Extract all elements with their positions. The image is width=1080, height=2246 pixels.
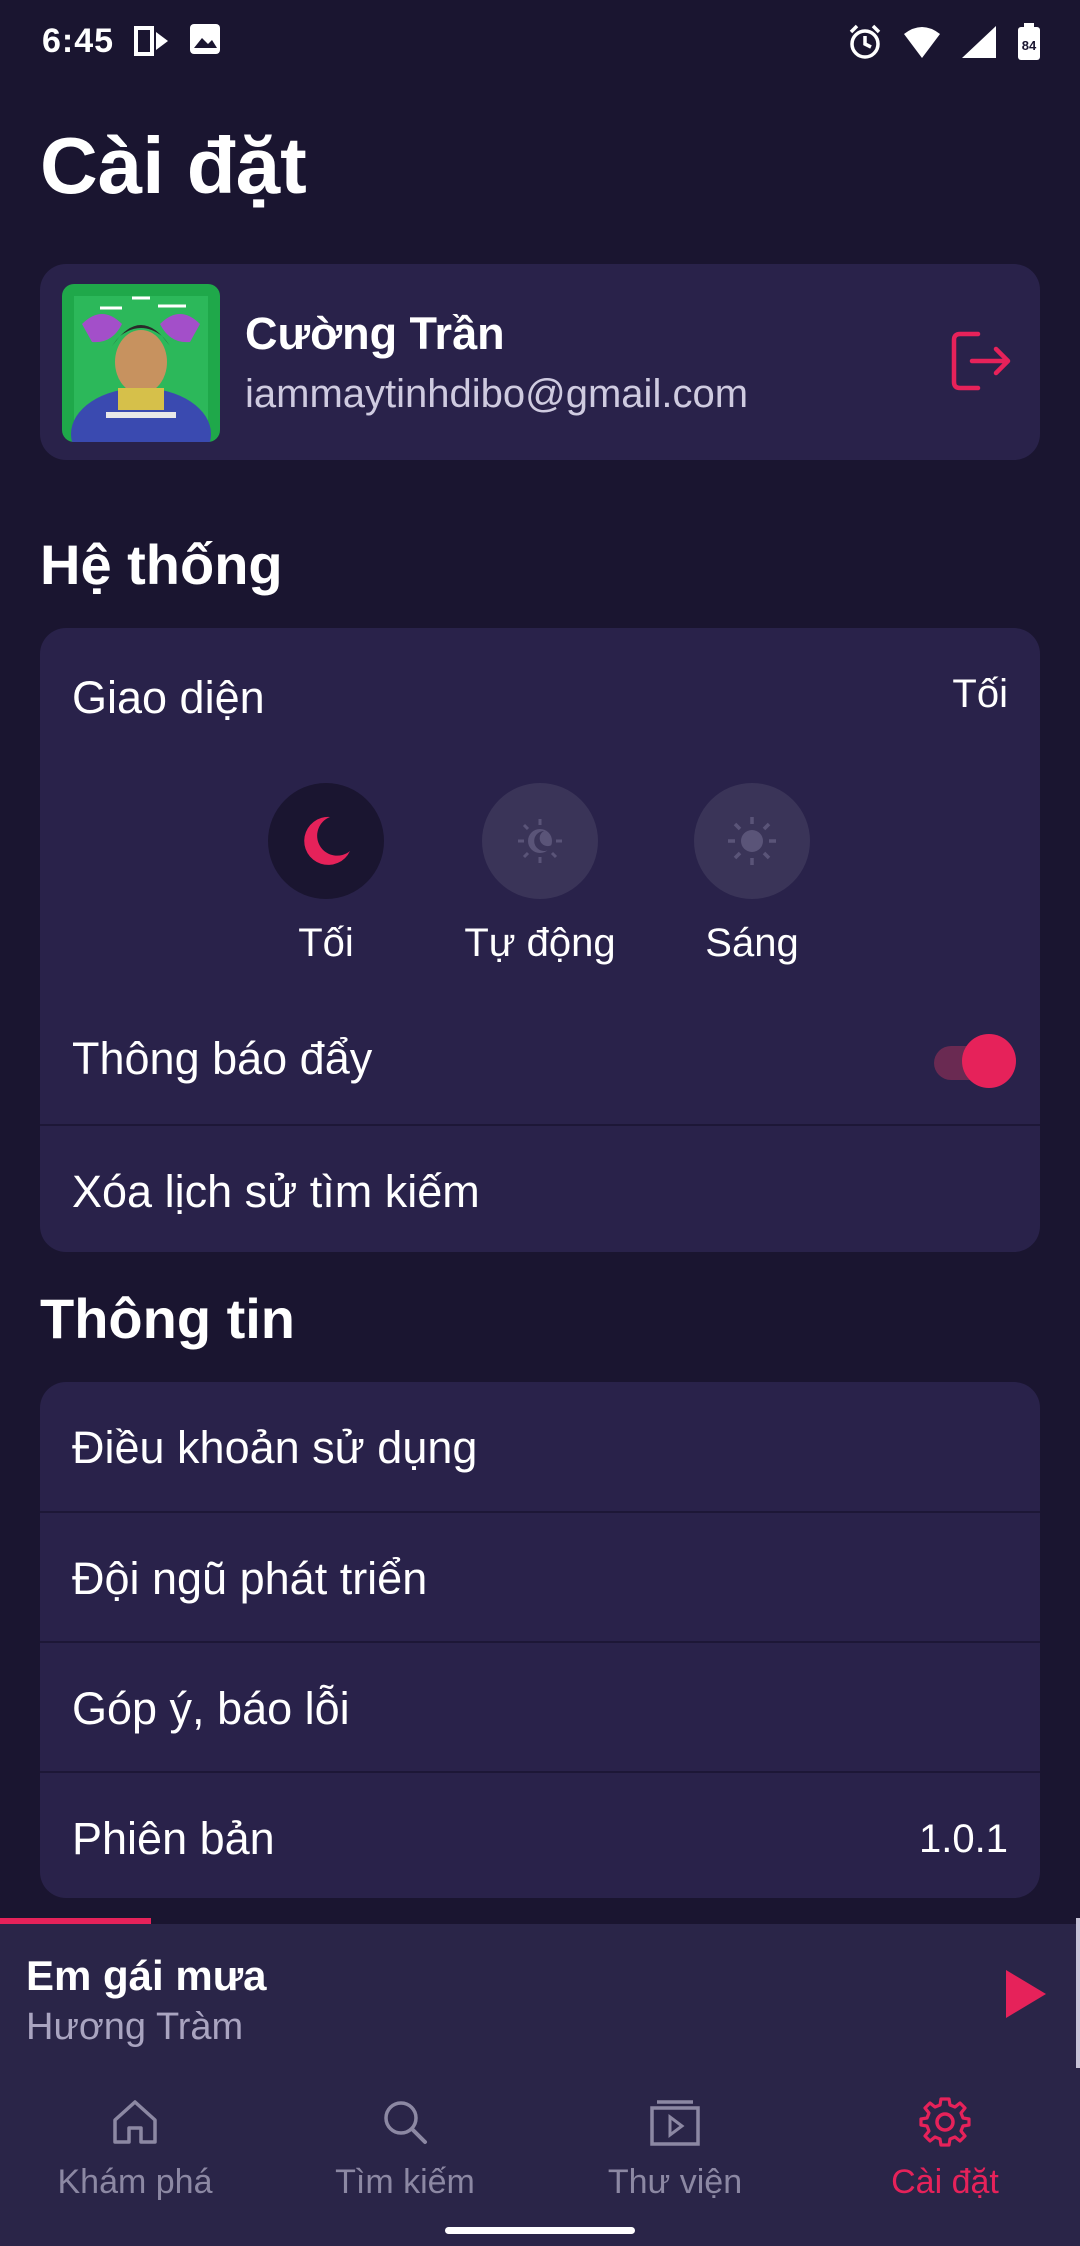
page-title: Cài đặt — [40, 121, 307, 210]
status-time: 6:45 — [42, 22, 115, 60]
appearance-label: Giao diện — [72, 672, 265, 723]
song-title: Em gái mưa — [26, 1952, 267, 1999]
theme-circle-auto — [482, 783, 598, 899]
playback-progress — [0, 1918, 1076, 1924]
wifi-icon — [904, 27, 940, 58]
nav-item-settings[interactable]: Cài đặt — [810, 2094, 1080, 2202]
terms-of-use-row[interactable]: Điều khoản sử dụng — [40, 1382, 1040, 1511]
feedback-label: Góp ý, báo lỗi — [72, 1683, 350, 1734]
auto-theme-icon — [518, 819, 562, 863]
theme-label-dark: Tối — [298, 921, 354, 965]
play-button[interactable] — [1000, 1966, 1050, 2022]
playback-progress-fill — [0, 1918, 151, 1924]
version-value: 1.0.1 — [919, 1817, 1008, 1861]
gear-icon — [919, 2097, 971, 2147]
search-icon — [384, 2101, 427, 2144]
logout-button[interactable] — [948, 326, 1018, 396]
home-icon — [113, 2100, 157, 2144]
appearance-value: Tối — [952, 672, 1008, 716]
system-card: Giao diện Tối Tối Tự động Sáng Thông báo… — [40, 628, 1040, 1252]
image-icon — [190, 24, 220, 54]
status-left-icons — [130, 20, 224, 62]
bottom-nav: Khám phá Tìm kiếm Thư viện Cài đặt — [0, 2068, 1080, 2246]
status-bar: 6:45 84 — [0, 0, 1080, 90]
media-icon — [134, 26, 168, 56]
theme-label-auto: Tự động — [464, 921, 616, 965]
battery-level: 84 — [1022, 38, 1037, 53]
push-notifications-toggle[interactable] — [930, 1028, 1016, 1090]
version-label: Phiên bản — [72, 1813, 275, 1864]
song-artist: Hương Tràm — [26, 2006, 244, 2048]
theme-circle-dark — [268, 783, 384, 899]
dev-team-row[interactable]: Đội ngũ phát triển — [40, 1513, 1040, 1642]
theme-option-light[interactable]: Sáng — [652, 783, 852, 966]
clear-search-history-label: Xóa lịch sử tìm kiếm — [72, 1166, 480, 1217]
toggle-knob — [962, 1034, 1016, 1088]
terms-of-use-label: Điều khoản sử dụng — [72, 1422, 478, 1473]
theme-option-dark[interactable]: Tối — [226, 783, 426, 966]
signal-icon — [962, 26, 996, 58]
section-title-info: Thông tin — [40, 1287, 296, 1350]
alarm-icon — [849, 24, 881, 59]
battery-icon: 84 — [1018, 23, 1040, 60]
mini-player[interactable]: Em gái mưa Hương Tràm — [0, 1918, 1080, 2068]
home-indicator[interactable] — [445, 2227, 635, 2234]
nav-item-search[interactable]: Tìm kiếm — [270, 2094, 540, 2202]
moon-icon — [304, 816, 350, 865]
theme-circle-light — [694, 783, 810, 899]
status-right-icons: 84 — [846, 22, 1042, 62]
logout-icon — [951, 331, 1011, 391]
profile-email: iammaytinhdibo@gmail.com — [245, 372, 749, 416]
nav-label-library: Thư viện — [607, 2163, 743, 2201]
avatar — [62, 284, 220, 442]
play-icon — [1006, 1970, 1046, 2018]
info-card: Điều khoản sử dụng Đội ngũ phát triển Gó… — [40, 1382, 1040, 1898]
nav-label-settings: Cài đặt — [891, 2163, 999, 2201]
nav-label-discover: Khám phá — [57, 2163, 213, 2201]
clear-search-history-row[interactable]: Xóa lịch sử tìm kiếm — [40, 1126, 1040, 1252]
push-notifications-label: Thông báo đẩy — [72, 1033, 373, 1084]
dev-team-label: Đội ngũ phát triển — [72, 1553, 428, 1604]
library-icon — [650, 2100, 700, 2146]
sun-icon — [728, 817, 776, 865]
album-art-avatar — [62, 284, 220, 442]
profile-card[interactable]: Cường Trần iammaytinhdibo@gmail.com — [40, 264, 1040, 460]
nav-item-discover[interactable]: Khám phá — [0, 2094, 270, 2202]
theme-option-auto[interactable]: Tự động — [440, 783, 640, 966]
theme-label-light: Sáng — [705, 921, 799, 965]
version-row: Phiên bản 1.0.1 — [40, 1773, 1040, 1898]
section-title-system: Hệ thống — [40, 533, 283, 596]
nav-label-search: Tìm kiếm — [335, 2163, 475, 2201]
feedback-row[interactable]: Góp ý, báo lỗi — [40, 1643, 1040, 1772]
profile-name: Cường Trần — [245, 308, 505, 359]
nav-item-library[interactable]: Thư viện — [540, 2094, 810, 2202]
